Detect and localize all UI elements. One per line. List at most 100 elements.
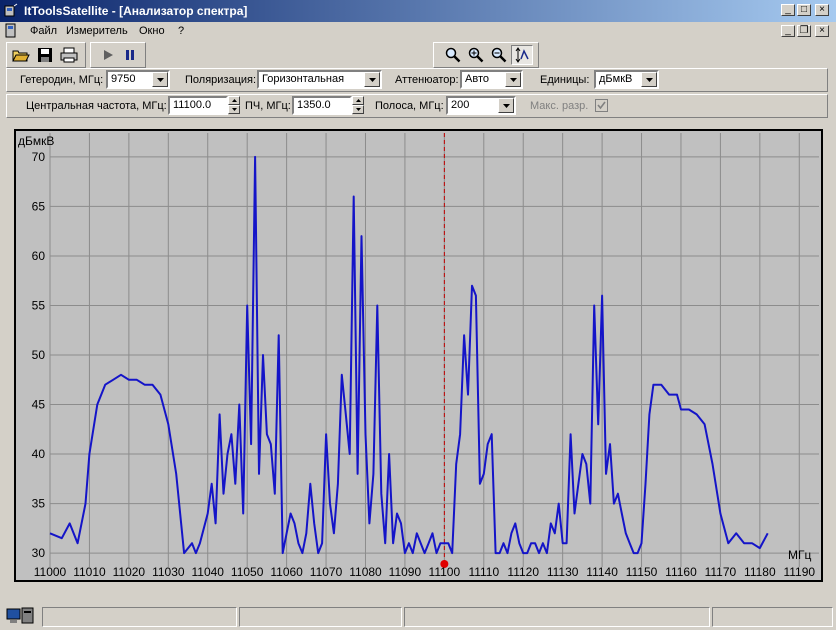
x-tick-label: 11060 <box>270 565 303 579</box>
checkmark-icon <box>597 101 606 110</box>
center-freq-value: 11100.0 <box>173 99 212 111</box>
status-pane-1 <box>42 607 237 627</box>
document-icon[interactable] <box>4 23 18 39</box>
open-button[interactable] <box>10 45 32 65</box>
center-freq-label: Центральная частота, МГц: <box>26 100 167 112</box>
play-button[interactable] <box>97 45 119 65</box>
x-tick-label: 11150 <box>626 565 658 579</box>
frequency-settings-row: Центральная частота, МГц: 11100.0 ПЧ, МГ… <box>0 93 836 119</box>
satellite-app-icon <box>4 3 18 17</box>
attenuator-label: Аттенюатор: <box>395 74 459 86</box>
open-icon <box>12 50 30 62</box>
y-tick-label: 60 <box>32 249 46 263</box>
y-axis-ticks: 30 35 40 45 50 55 60 65 70 <box>32 150 46 560</box>
lo-label: Гетеродин, МГц: <box>20 74 104 86</box>
x-tick-label: 11090 <box>389 565 422 579</box>
x-tick-label: 11120 <box>507 565 539 579</box>
polarization-label: Поляризация: <box>185 74 257 86</box>
y-tick-label: 45 <box>32 398 46 412</box>
y-tick-label: 40 <box>32 447 46 461</box>
y-axis-label: дБмкВ <box>18 134 54 148</box>
chevron-down-icon <box>509 77 517 82</box>
status-pane-2 <box>239 607 402 627</box>
units-label: Единицы: <box>540 74 590 86</box>
chevron-down-icon <box>502 103 510 108</box>
polarization-dropdown-button[interactable] <box>364 72 380 87</box>
x-tick-label: 11000 <box>34 565 67 579</box>
zoom-icon <box>445 47 461 63</box>
x-tick-label: 11190 <box>783 565 815 579</box>
center-freq-input[interactable]: 11100.0 <box>168 96 228 115</box>
x-tick-label: 11100 <box>429 565 461 579</box>
attenuator-value: Авто <box>465 73 489 85</box>
maximize-button[interactable]: □ <box>797 4 811 16</box>
receiver-settings-row: Гетеродин, МГц: 9750 Поляризация: Горизо… <box>0 67 836 93</box>
mdi-restore-button[interactable]: ❐ <box>797 25 811 37</box>
x-axis-unit-label: МГц <box>788 548 811 562</box>
spin-up-icon[interactable] <box>228 96 240 105</box>
menu-bar: Файл Измеритель Окно ? _ ❐ × <box>0 22 836 41</box>
connection-icon <box>6 607 34 624</box>
print-button[interactable] <box>58 45 80 65</box>
file-toolbar <box>6 42 86 68</box>
x-tick-label: 11010 <box>73 565 106 579</box>
units-dropdown-button[interactable] <box>641 72 657 87</box>
menu-help[interactable]: ? <box>178 25 184 37</box>
menu-file[interactable]: Файл <box>30 25 57 37</box>
toolbar <box>0 41 836 68</box>
lo-combo[interactable]: 9750 <box>106 70 170 89</box>
x-tick-label: 11110 <box>468 565 499 579</box>
center-freq-spinner[interactable] <box>228 96 240 115</box>
spectrum-chart[interactable]: 30 35 40 45 50 55 60 65 70 11000 11010 11020 11030 1… <box>14 129 823 582</box>
autoscale-button[interactable] <box>511 45 533 65</box>
y-tick-label: 30 <box>32 546 46 560</box>
menu-meter[interactable]: Измеритель <box>66 25 128 37</box>
x-tick-label: 11050 <box>231 565 264 579</box>
y-tick-label: 70 <box>32 150 46 164</box>
zoom-button[interactable] <box>442 45 464 65</box>
y-tick-label: 35 <box>32 497 46 511</box>
chevron-down-icon <box>156 77 164 82</box>
spin-up-icon[interactable] <box>352 96 364 105</box>
if-input[interactable]: 1350.0 <box>292 96 352 115</box>
window-title: ItToolsSatellite - [Анализатор спектра] <box>24 4 248 18</box>
if-value: 1350.0 <box>297 99 331 111</box>
x-tick-label: 11170 <box>705 565 737 579</box>
if-spinner[interactable] <box>352 96 364 115</box>
lo-dropdown-button[interactable] <box>152 72 168 87</box>
band-dropdown-button[interactable] <box>498 98 514 113</box>
attenuator-dropdown-button[interactable] <box>505 72 521 87</box>
units-combo[interactable]: дБмкВ <box>594 70 659 89</box>
title-bar[interactable]: ItToolsSatellite - [Анализатор спектра] … <box>0 0 836 22</box>
spectrum-plot[interactable]: 303540455055606570 11000 11010 11020 11030 1… <box>16 131 821 580</box>
mdi-close-button[interactable]: × <box>815 25 829 37</box>
pause-button[interactable] <box>119 45 141 65</box>
menu-window[interactable]: Окно <box>139 25 165 37</box>
minimize-button[interactable]: _ <box>781 4 795 16</box>
y-tick-label: 50 <box>32 348 46 362</box>
mdi-minimize-button[interactable]: _ <box>781 25 795 37</box>
x-tick-label: 11160 <box>665 565 697 579</box>
band-combo[interactable]: 200 <box>446 96 516 115</box>
chevron-down-icon <box>645 77 653 82</box>
max-res-checkbox[interactable] <box>595 99 608 112</box>
if-label: ПЧ, МГц: <box>245 100 291 112</box>
polarization-combo[interactable]: Горизонтальная <box>257 70 382 89</box>
zoom-in-button[interactable] <box>465 45 487 65</box>
chevron-down-icon <box>368 77 376 82</box>
x-tick-label: 11020 <box>113 565 146 579</box>
spin-down-icon[interactable] <box>352 105 364 114</box>
play-icon <box>104 50 113 60</box>
save-button[interactable] <box>34 45 56 65</box>
spin-down-icon[interactable] <box>228 105 240 114</box>
zoom-toolbar <box>433 42 539 68</box>
pause-icon <box>126 50 134 60</box>
max-res-label: Макс. разр. <box>530 100 589 112</box>
status-pane-3 <box>404 607 710 627</box>
attenuator-combo[interactable]: Авто <box>460 70 523 89</box>
zoom-out-button[interactable] <box>488 45 510 65</box>
close-button[interactable]: × <box>815 4 829 16</box>
polarization-value: Горизонтальная <box>262 73 345 85</box>
x-tick-label: 11030 <box>152 565 185 579</box>
run-toolbar <box>90 42 146 68</box>
